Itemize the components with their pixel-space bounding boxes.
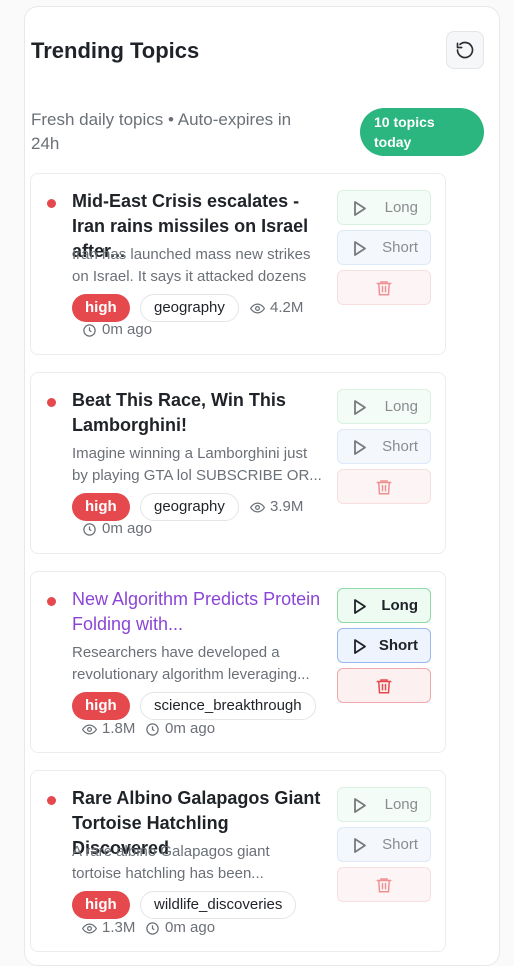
long-button[interactable]: Long: [337, 787, 431, 822]
short-label: Short: [382, 836, 418, 853]
priority-dot: [47, 796, 56, 805]
clock-icon: [146, 722, 159, 736]
short-button[interactable]: Short: [337, 230, 431, 265]
trash-icon: [376, 877, 392, 892]
priority-badge: high: [72, 493, 130, 521]
eye-icon: [250, 501, 265, 513]
play-icon: [354, 241, 366, 256]
priority-dot: [47, 398, 56, 407]
long-button[interactable]: Long: [337, 190, 431, 225]
views-stat: 4.2M: [250, 298, 303, 318]
topic-card[interactable]: Beat This Race, Win This Lamborghini! Im…: [30, 372, 446, 554]
short-label: Short: [378, 637, 418, 654]
clock-icon: [146, 921, 159, 935]
refresh-icon: [456, 41, 474, 59]
trash-icon: [376, 678, 392, 693]
short-label: Short: [382, 239, 418, 256]
delete-button[interactable]: [337, 469, 431, 504]
trash-icon: [376, 280, 392, 295]
short-button[interactable]: Short: [337, 628, 431, 663]
priority-badge: high: [72, 692, 130, 720]
views-count: 4.2M: [270, 299, 304, 316]
trash-icon: [376, 479, 392, 494]
priority-badge: high: [72, 891, 130, 919]
short-button[interactable]: Short: [337, 429, 431, 464]
views-count: 1.3M: [102, 919, 136, 936]
age-text: 0m ago: [102, 520, 153, 537]
delete-button[interactable]: [337, 270, 431, 305]
play-icon: [354, 798, 366, 813]
refresh-button[interactable]: [446, 31, 484, 69]
long-label: Long: [384, 398, 418, 415]
topic-card[interactable]: Rare Albino Galapagos Giant Tortoise Hat…: [30, 770, 446, 952]
long-label: Long: [384, 796, 418, 813]
topic-description: A rare albino Galapagos giant tortoise h…: [72, 843, 270, 882]
topic-card[interactable]: Mid-East Crisis escalates - Iran rains m…: [30, 173, 446, 355]
priority-dot: [47, 597, 56, 606]
play-icon: [354, 440, 366, 455]
long-button[interactable]: Long: [337, 588, 431, 623]
delete-button[interactable]: [337, 867, 431, 902]
views-stat: 1.3M: [82, 918, 135, 938]
views-stat: 3.9M: [250, 497, 303, 517]
panel-header: Trending Topics: [31, 31, 484, 82]
topic-card[interactable]: New Algorithm Predicts Protein Folding w…: [30, 571, 446, 753]
clock-icon: [83, 522, 96, 536]
age-stat: 0m ago: [145, 918, 215, 938]
age-stat: 0m ago: [145, 719, 215, 739]
topic-description: Imagine winning a Lamborghini just by pl…: [72, 445, 322, 484]
age-text: 0m ago: [165, 919, 216, 936]
topic-count-badge: 10 topics today: [360, 108, 484, 156]
long-label: Long: [381, 597, 418, 614]
age-stat: 0m ago: [82, 519, 152, 539]
category-tag: geography: [140, 294, 239, 322]
play-icon: [354, 838, 366, 853]
delete-button[interactable]: [337, 668, 431, 703]
views-count: 3.9M: [270, 498, 304, 515]
category-tag: geography: [140, 493, 239, 521]
eye-icon: [82, 723, 97, 735]
play-icon: [354, 599, 366, 614]
priority-dot: [47, 199, 56, 208]
topic-title[interactable]: New Algorithm Predicts Protein Folding w…: [72, 587, 322, 637]
topic-title[interactable]: Beat This Race, Win This Lamborghini!: [72, 388, 322, 438]
topic-description: Researchers have developed a revolutiona…: [72, 644, 310, 683]
clock-icon: [83, 323, 96, 337]
views-count: 1.8M: [102, 720, 136, 737]
eye-icon: [82, 922, 97, 934]
page-title: Trending Topics: [31, 38, 200, 63]
long-label: Long: [384, 199, 418, 216]
play-icon: [354, 400, 366, 415]
long-button[interactable]: Long: [337, 389, 431, 424]
play-icon: [354, 639, 366, 654]
category-tag: wildlife_discoveries: [140, 891, 297, 919]
eye-icon: [250, 302, 265, 314]
category-tag: science_breakthrough: [140, 692, 316, 720]
subtitle: Fresh daily topics • Auto-expires in 24h: [31, 110, 292, 153]
age-stat: 0m ago: [82, 320, 152, 340]
age-text: 0m ago: [165, 720, 216, 737]
age-text: 0m ago: [102, 321, 153, 338]
views-stat: 1.8M: [82, 719, 135, 739]
short-label: Short: [382, 438, 418, 455]
short-button[interactable]: Short: [337, 827, 431, 862]
priority-badge: high: [72, 294, 130, 322]
play-icon: [354, 201, 366, 216]
